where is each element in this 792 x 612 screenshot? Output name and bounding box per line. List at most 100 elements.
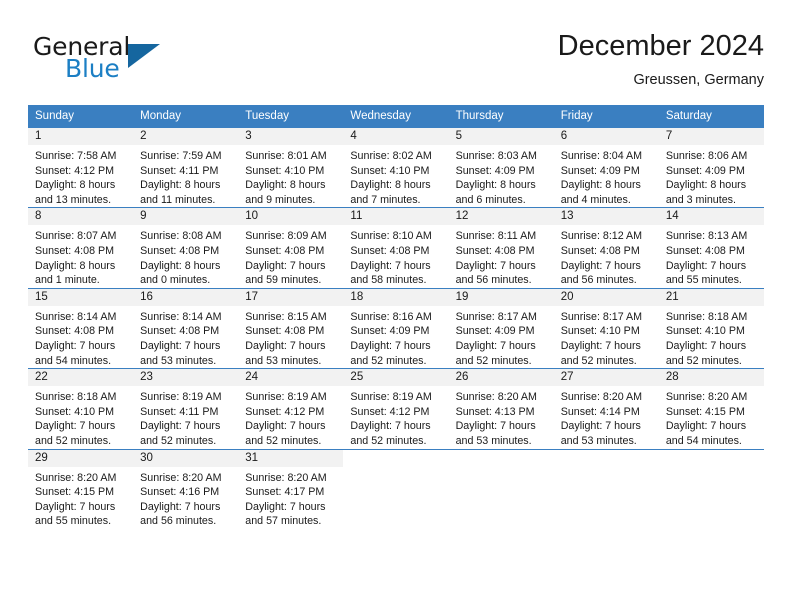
daylight-text-line1: Daylight: 7 hours	[245, 339, 326, 352]
weekday-header-sunday: Sunday	[28, 105, 134, 128]
sunset-text: Sunset: 4:15 PM	[665, 405, 745, 418]
sunrise-text: Sunrise: 8:18 AM	[665, 310, 748, 323]
sunset-text: Sunset: 4:09 PM	[560, 164, 640, 177]
day-details: Sunrise: 8:04 AM Sunset: 4:09 PM Dayligh…	[554, 145, 659, 207]
sunrise-text: Sunrise: 8:18 AM	[35, 391, 117, 404]
day-details: Sunrise: 7:59 AM Sunset: 4:11 PM Dayligh…	[133, 145, 238, 207]
general-blue-logo[interactable]: General Blue	[33, 32, 213, 92]
day-details: Sunrise: 8:11 AM Sunset: 4:08 PM Dayligh…	[449, 225, 554, 287]
page-subtitle: Greussen, Germany	[633, 72, 764, 88]
day-number: 6	[553, 128, 659, 145]
calendar-day-cell[interactable]: 20 Sunrise: 8:17 AM Sunset: 4:10 PM Dayl…	[553, 287, 659, 369]
daylight-text-line2: and 53 minutes.	[245, 354, 322, 367]
sunset-text: Sunset: 4:17 PM	[245, 486, 325, 499]
day-number	[659, 450, 764, 467]
day-details: Sunrise: 8:13 AM Sunset: 4:08 PM Dayligh…	[659, 225, 764, 287]
calendar-week-row: 22 Sunrise: 8:18 AM Sunset: 4:10 PM Dayl…	[28, 368, 764, 449]
day-details: Sunrise: 8:14 AM Sunset: 4:08 PM Dayligh…	[133, 306, 238, 368]
day-number: 1	[28, 128, 134, 145]
calendar-day-cell[interactable]: 13 Sunrise: 8:12 AM Sunset: 4:08 PM Dayl…	[553, 207, 659, 289]
daylight-text-line2: and 54 minutes.	[665, 434, 742, 447]
calendar-day-cell[interactable]: 16 Sunrise: 8:14 AM Sunset: 4:08 PM Dayl…	[133, 287, 239, 369]
daylight-text-line2: and 1 minute.	[35, 274, 100, 287]
day-details: Sunrise: 8:20 AM Sunset: 4:15 PM Dayligh…	[28, 467, 133, 529]
sunrise-text: Sunrise: 8:12 AM	[560, 230, 643, 243]
calendar-day-cell[interactable]: 24 Sunrise: 8:19 AM Sunset: 4:12 PM Dayl…	[238, 368, 344, 449]
calendar-day-cell[interactable]: 29 Sunrise: 8:20 AM Sunset: 4:15 PM Dayl…	[28, 448, 134, 529]
calendar-day-cell[interactable]: 12 Sunrise: 8:11 AM Sunset: 4:08 PM Dayl…	[448, 207, 554, 289]
daylight-text-line2: and 52 minutes.	[245, 434, 322, 447]
calendar-day-cell[interactable]: 22 Sunrise: 8:18 AM Sunset: 4:10 PM Dayl…	[28, 368, 134, 449]
day-details: Sunrise: 8:17 AM Sunset: 4:09 PM Dayligh…	[449, 306, 554, 368]
daylight-text-line1: Daylight: 8 hours	[350, 179, 431, 192]
calendar-day-cell[interactable]: 31 Sunrise: 8:20 AM Sunset: 4:17 PM Dayl…	[238, 448, 344, 529]
daylight-text-line2: and 58 minutes.	[350, 274, 427, 287]
daylight-text-line2: and 52 minutes.	[35, 434, 112, 447]
daylight-text-line2: and 54 minutes.	[35, 354, 112, 367]
day-number: 17	[238, 288, 344, 306]
sunset-text: Sunset: 4:12 PM	[245, 405, 325, 418]
calendar-day-cell[interactable]: 2 Sunrise: 7:59 AM Sunset: 4:11 PM Dayli…	[133, 126, 239, 208]
calendar-day-cell[interactable]: 1 Sunrise: 7:58 AM Sunset: 4:12 PM Dayli…	[28, 126, 134, 208]
day-details: Sunrise: 8:20 AM Sunset: 4:15 PM Dayligh…	[659, 386, 764, 448]
sunrise-text: Sunrise: 8:13 AM	[665, 230, 748, 243]
day-number: 20	[553, 288, 659, 306]
day-details: Sunrise: 8:20 AM Sunset: 4:14 PM Dayligh…	[554, 386, 659, 448]
daylight-text-line1: Daylight: 7 hours	[455, 259, 536, 272]
day-number: 30	[133, 449, 239, 467]
day-details: Sunrise: 8:20 AM Sunset: 4:13 PM Dayligh…	[449, 386, 554, 448]
day-details: Sunrise: 7:58 AM Sunset: 4:12 PM Dayligh…	[28, 145, 133, 207]
sunrise-text: Sunrise: 8:02 AM	[350, 150, 432, 162]
daylight-text-line2: and 7 minutes.	[350, 193, 421, 206]
sunrise-text: Sunrise: 8:16 AM	[350, 310, 432, 323]
day-number: 8	[28, 208, 134, 226]
calendar-day-cell[interactable]: 21 Sunrise: 8:18 AM Sunset: 4:10 PM Dayl…	[658, 287, 764, 369]
calendar-day-cell[interactable]: 9 Sunrise: 8:08 AM Sunset: 4:08 PM Dayli…	[133, 207, 239, 289]
day-number: 28	[658, 369, 764, 387]
calendar-day-cell[interactable]: 14 Sunrise: 8:13 AM Sunset: 4:08 PM Dayl…	[658, 207, 764, 289]
sunrise-text: Sunrise: 8:20 AM	[560, 391, 643, 404]
calendar-day-cell[interactable]: 15 Sunrise: 8:14 AM Sunset: 4:08 PM Dayl…	[28, 287, 134, 369]
day-number: 2	[133, 128, 239, 145]
sunrise-text: Sunrise: 8:14 AM	[140, 310, 222, 323]
calendar-grid: Sunday Monday Tuesday Wednesday Thursday…	[28, 105, 764, 529]
calendar-day-cell[interactable]: 8 Sunrise: 8:07 AM Sunset: 4:08 PM Dayli…	[28, 207, 134, 289]
calendar-day-cell[interactable]: 28 Sunrise: 8:20 AM Sunset: 4:15 PM Dayl…	[658, 368, 764, 449]
day-details: Sunrise: 8:12 AM Sunset: 4:08 PM Dayligh…	[554, 225, 659, 287]
calendar-day-cell[interactable]: 23 Sunrise: 8:19 AM Sunset: 4:11 PM Dayl…	[133, 368, 239, 449]
calendar-day-cell[interactable]: 27 Sunrise: 8:20 AM Sunset: 4:14 PM Dayl…	[553, 368, 659, 449]
calendar-day-cell[interactable]: 25 Sunrise: 8:19 AM Sunset: 4:12 PM Dayl…	[343, 368, 449, 449]
sunset-text: Sunset: 4:08 PM	[245, 244, 325, 257]
calendar-day-cell[interactable]: 7 Sunrise: 8:06 AM Sunset: 4:09 PM Dayli…	[658, 126, 764, 208]
day-number: 24	[238, 369, 344, 387]
daylight-text-line2: and 53 minutes.	[455, 434, 532, 447]
day-details: Sunrise: 8:18 AM Sunset: 4:10 PM Dayligh…	[28, 386, 133, 448]
calendar-day-cell[interactable]: 5 Sunrise: 8:03 AM Sunset: 4:09 PM Dayli…	[448, 126, 554, 208]
calendar-day-cell[interactable]: 19 Sunrise: 8:17 AM Sunset: 4:09 PM Dayl…	[448, 287, 554, 369]
daylight-text-line1: Daylight: 7 hours	[245, 259, 326, 272]
calendar-day-cell[interactable]: 10 Sunrise: 8:09 AM Sunset: 4:08 PM Dayl…	[238, 207, 344, 289]
daylight-text-line1: Daylight: 7 hours	[245, 420, 326, 433]
daylight-text-line2: and 56 minutes.	[140, 515, 217, 528]
calendar-day-cell[interactable]: 30 Sunrise: 8:20 AM Sunset: 4:16 PM Dayl…	[133, 448, 239, 529]
sunset-text: Sunset: 4:12 PM	[350, 405, 430, 418]
daylight-text-line2: and 52 minutes.	[140, 434, 217, 447]
day-details: Sunrise: 8:02 AM Sunset: 4:10 PM Dayligh…	[343, 145, 448, 207]
calendar-day-cell[interactable]: 6 Sunrise: 8:04 AM Sunset: 4:09 PM Dayli…	[553, 126, 659, 208]
calendar-day-cell[interactable]: 3 Sunrise: 8:01 AM Sunset: 4:10 PM Dayli…	[238, 126, 344, 208]
calendar-week-row: 1 Sunrise: 7:58 AM Sunset: 4:12 PM Dayli…	[28, 126, 764, 208]
calendar-day-cell[interactable]: 17 Sunrise: 8:15 AM Sunset: 4:08 PM Dayl…	[238, 287, 344, 369]
calendar-day-cell[interactable]: 26 Sunrise: 8:20 AM Sunset: 4:13 PM Dayl…	[448, 368, 554, 449]
daylight-text-line1: Daylight: 8 hours	[455, 179, 536, 192]
day-details: Sunrise: 8:15 AM Sunset: 4:08 PM Dayligh…	[238, 306, 343, 368]
daylight-text-line2: and 53 minutes.	[560, 434, 637, 447]
sunrise-text: Sunrise: 8:01 AM	[245, 150, 327, 162]
daylight-text-line1: Daylight: 7 hours	[35, 500, 116, 513]
calendar-day-cell[interactable]: 11 Sunrise: 8:10 AM Sunset: 4:08 PM Dayl…	[343, 207, 449, 289]
weekday-header-monday: Monday	[133, 105, 239, 128]
weekday-header-thursday: Thursday	[448, 105, 554, 128]
sunrise-text: Sunrise: 7:58 AM	[35, 150, 117, 162]
calendar-day-cell[interactable]: 4 Sunrise: 8:02 AM Sunset: 4:10 PM Dayli…	[343, 126, 449, 208]
calendar-day-cell[interactable]: 18 Sunrise: 8:16 AM Sunset: 4:09 PM Dayl…	[343, 287, 449, 369]
sunrise-text: Sunrise: 8:07 AM	[35, 230, 117, 243]
